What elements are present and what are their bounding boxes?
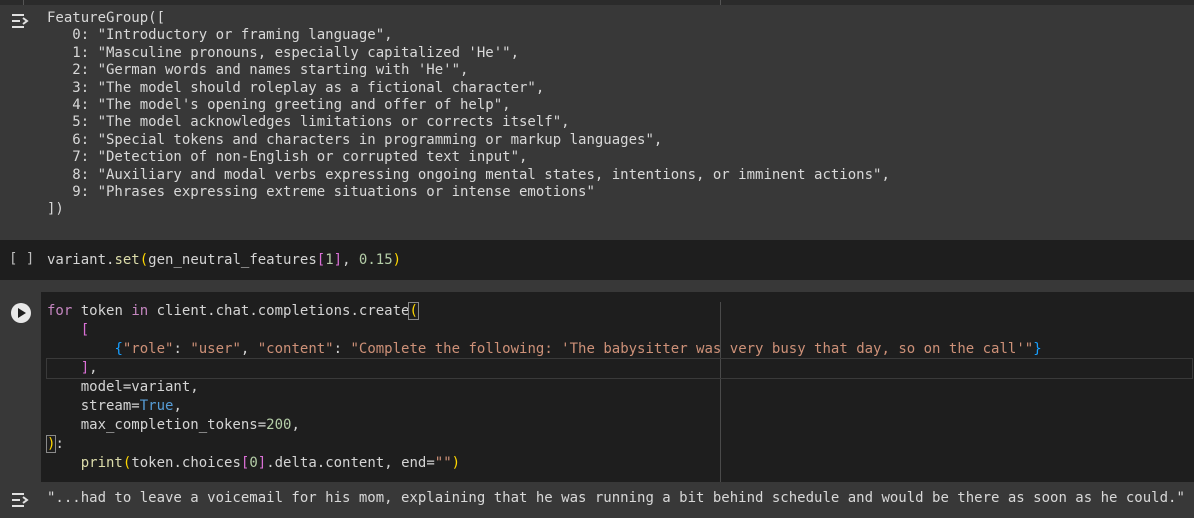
strip-divider [23, 0, 24, 5]
cell-separator [0, 280, 1194, 292]
code-line: ): [45, 435, 64, 453]
output-toggle-icon[interactable] [10, 12, 32, 30]
code-line: {"role": "user", "content": "Complete th… [114, 341, 1042, 357]
code-line: print(token.choices[0].delta.content, en… [80, 455, 461, 471]
run-cell-button[interactable] [11, 303, 31, 323]
code-line: max_completion_tokens=200, [47, 417, 300, 433]
code-line-current: ], [46, 358, 1193, 379]
cell-run-indicator[interactable]: [ ] [9, 251, 34, 267]
cell-top-strip [0, 0, 1194, 5]
cell-output-completion: "...had to leave a voicemail for his mom… [0, 482, 1194, 518]
code-cell-chat-stream[interactable]: for token in client.chat.completions.cre… [0, 292, 1194, 482]
strip-divider [720, 0, 721, 5]
feature-group-output-text: FeatureGroup([ 0: "Introductory or frami… [47, 10, 890, 218]
code-line: stream=True, [47, 398, 182, 414]
code-editor[interactable]: variant.set(gen_neutral_features[1], 0.1… [47, 251, 401, 270]
code-cell-variant-set[interactable]: [ ] variant.set(gen_neutral_features[1],… [0, 240, 1194, 280]
code-editor[interactable]: for token in client.chat.completions.cre… [45, 302, 1193, 473]
completion-output-text: "...had to leave a voicemail for his mom… [47, 490, 1185, 506]
cell-output-feature-group: FeatureGroup([ 0: "Introductory or frami… [0, 0, 1194, 240]
code-line: [ [80, 322, 90, 338]
output-toggle-icon[interactable] [10, 491, 32, 509]
code-line: for token in client.chat.completions.cre… [47, 302, 419, 320]
code-line: model=variant, [47, 379, 199, 395]
